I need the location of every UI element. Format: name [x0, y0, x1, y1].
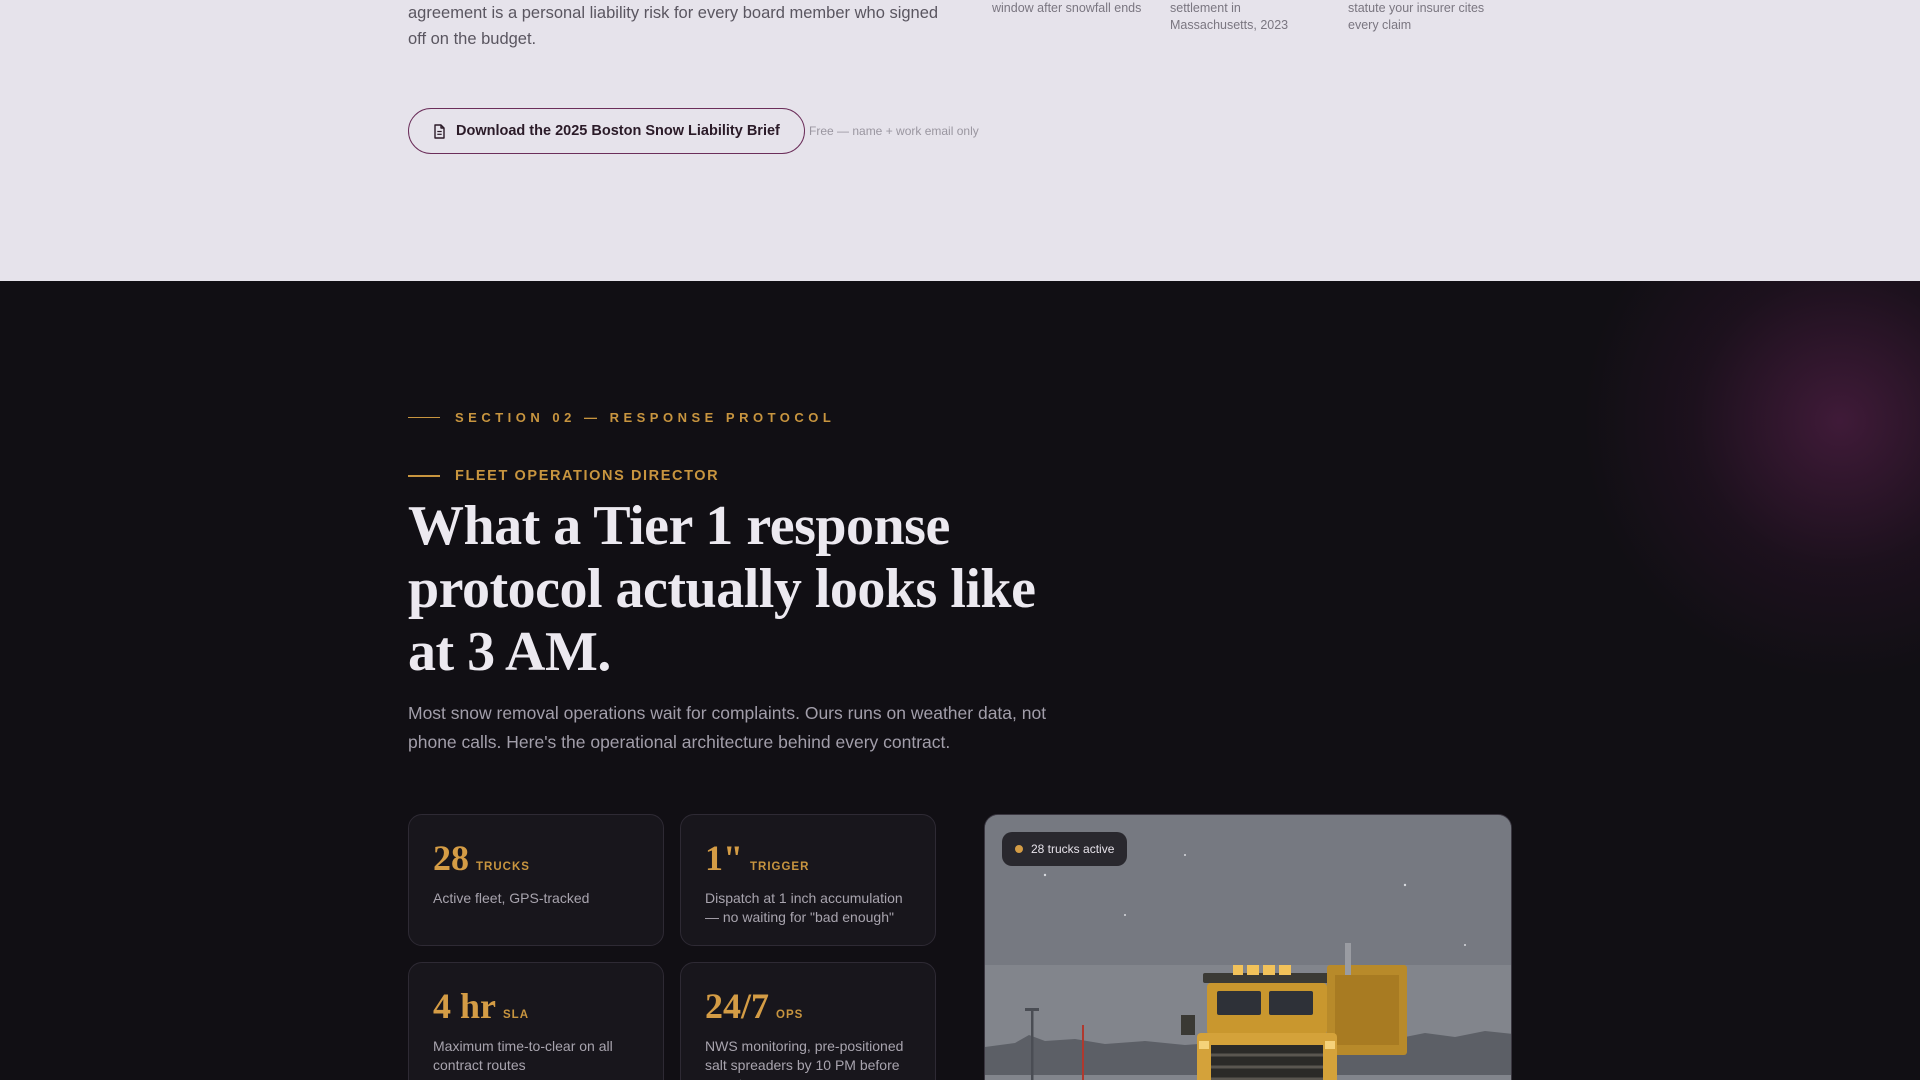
response-protocol-section: SECTION 02 — RESPONSE PROTOCOL FLEET OPE… [0, 281, 1920, 1080]
stat-caption: settlement in Massachusetts, 2023 [1170, 1, 1289, 32]
document-icon [433, 123, 446, 139]
stat-card: 4 hr SLA Maximum time-to-clear on all co… [408, 962, 664, 1080]
stat-unit: TRUCKS [476, 861, 530, 873]
status-dot-icon [1015, 845, 1023, 853]
stat-unit: OPS [776, 1009, 804, 1021]
stat-caption: window after snowfall ends [992, 1, 1142, 15]
trucks-active-badge: 28 trucks active [1002, 832, 1128, 866]
stat-cards: 28 TRUCKS Active fleet, GPS-tracked 1" T… [408, 814, 936, 1080]
stat-value: 1" [705, 838, 743, 878]
stat-card: 1" TRIGGER Dispatch at 1 inch accumulati… [680, 814, 936, 946]
stat-unit: SLA [503, 1009, 529, 1021]
fleet-photo: 28 trucks active [984, 814, 1512, 1080]
eyebrow-rule [408, 475, 440, 477]
stat-description: Maximum time-to-clear on all contract ro… [433, 1038, 613, 1073]
stat-captions: window after snowfall ends settlement in… [992, 0, 1526, 34]
section-subheadline: Most snow removal operations wait for co… [408, 703, 1047, 752]
trucks-active-label: 28 trucks active [1031, 842, 1115, 856]
stat-value: 4 hr [433, 986, 496, 1026]
section-eyebrow-text: SECTION 02 — RESPONSE PROTOCOL [455, 410, 836, 425]
stat-value: 28 [433, 838, 469, 878]
stat-card: 28 TRUCKS Active fleet, GPS-tracked [408, 814, 664, 946]
stat-card: 24/7 OPS NWS monitoring, pre-positioned … [680, 962, 936, 1080]
background-glow [1580, 281, 1920, 681]
role-eyebrow: FLEET OPERATIONS DIRECTOR [408, 468, 719, 484]
role-eyebrow-text: FLEET OPERATIONS DIRECTOR [455, 468, 720, 484]
cta-note: Free — name + work email only [809, 124, 979, 138]
stat-description: Active fleet, GPS-tracked [433, 890, 590, 906]
eyebrow-rule [408, 416, 440, 419]
stat-caption: statute your insurer cites every claim [1348, 1, 1485, 32]
download-brief-label: Download the 2025 Boston Snow Liability … [456, 123, 780, 139]
stat-description: Dispatch at 1 inch accumulation — no wai… [705, 890, 903, 925]
intro-paragraph: agreement is a personal liability risk f… [408, 4, 939, 48]
stat-unit: TRIGGER [750, 861, 810, 873]
section-eyebrow: SECTION 02 — RESPONSE PROTOCOL [408, 410, 835, 425]
stat-value: 24/7 [705, 986, 770, 1026]
intro-section: agreement is a personal liability risk f… [0, 0, 1920, 281]
section-headline: What a Tier 1 response protocol actually… [408, 495, 1036, 683]
download-brief-button[interactable]: Download the 2025 Boston Snow Liability … [408, 108, 805, 154]
stat-description: NWS monitoring, pre-positioned salt spre… [705, 1038, 904, 1080]
